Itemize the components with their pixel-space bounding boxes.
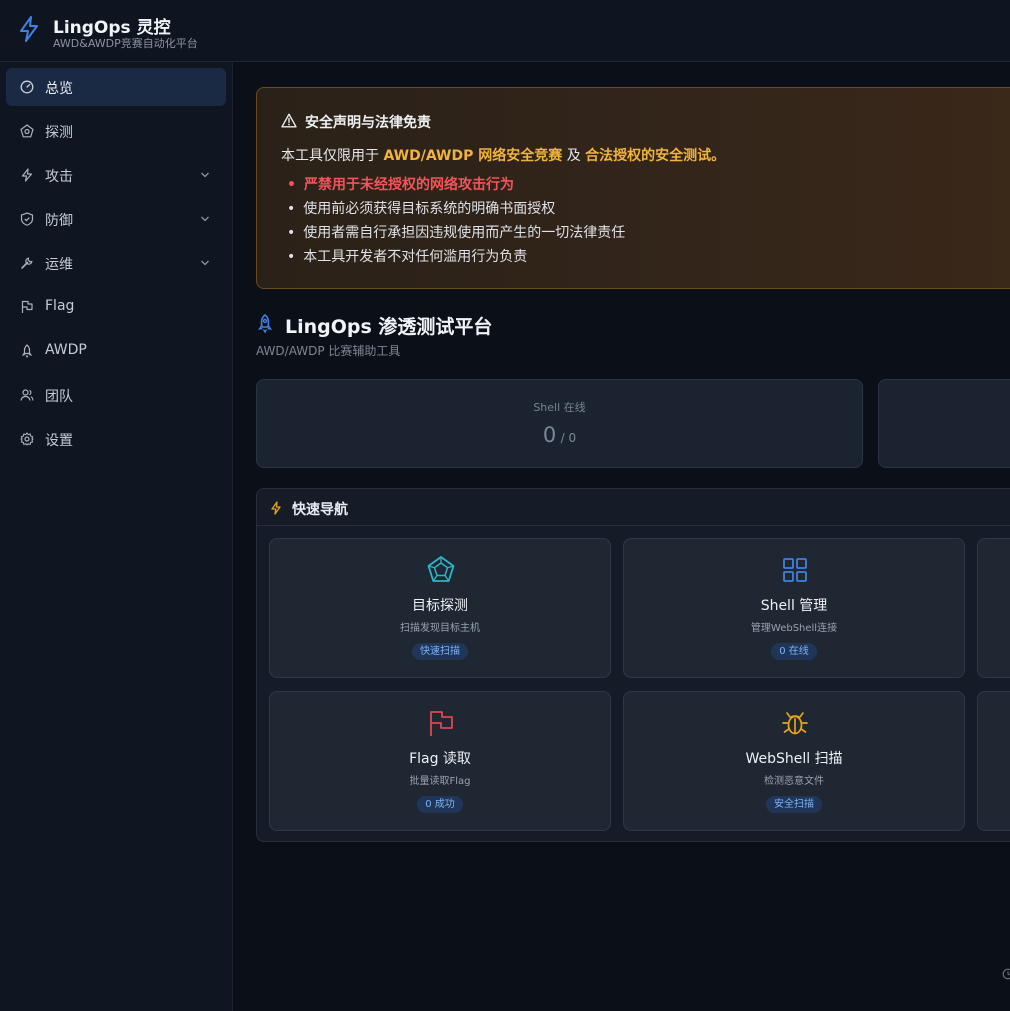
sidebar-item-defense[interactable]: 防御: [6, 200, 226, 238]
warning-icon: [281, 113, 297, 128]
quick-card-badge: 0 成功: [417, 796, 463, 813]
main-content: 安全声明与法律免责 本工具仅限用于 AWD/AWDP 网络安全竞赛 及 合法授权…: [234, 62, 1010, 1011]
stat-card-shell-online[interactable]: Shell 在线 0 / 0: [256, 379, 863, 468]
sidebar-item-detect[interactable]: 探测: [6, 112, 226, 150]
quick-card-desc: 管理WebShell连接: [750, 623, 838, 634]
stat-value: 0 / 0: [257, 423, 862, 447]
stat-label: Shell 在线: [533, 401, 586, 414]
sidebar-item-attack[interactable]: 攻击: [6, 156, 226, 194]
notice-item-prohibited: 严禁用于未经授权的网络攻击行为: [287, 174, 514, 194]
pentagon-radar-icon: [427, 556, 455, 582]
quick-card-title: WebShell 扫描: [745, 751, 843, 767]
notice-title: 安全声明与法律免责: [305, 115, 431, 131]
chevron-down-icon: [201, 216, 209, 222]
quick-card-title: 目标探测: [412, 598, 468, 614]
page-subtitle: AWD/AWDP 比赛辅助工具: [256, 344, 401, 358]
page-title: LingOps 渗透测试平台: [285, 316, 493, 338]
chevron-down-icon: [201, 260, 209, 266]
stat-value-current: 0: [542, 423, 557, 447]
notice-item: 本工具开发者不对任何滥用行为负责: [287, 246, 527, 266]
flag-icon: [430, 711, 453, 736]
quick-card-badge-wrap: 0 在线: [624, 642, 964, 660]
bug-icon: [782, 712, 808, 735]
sidebar: 总览 探测 攻击 防御 运维 Flag AWDP 团队 设置: [0, 62, 233, 1011]
sidebar-item-label: AWDP: [45, 342, 87, 358]
flag-icon: [21, 300, 33, 313]
quick-card-badge: 快速扫描: [412, 643, 468, 660]
quick-card[interactable]: [977, 538, 1010, 678]
quick-card-badge-wrap: 0 成功: [270, 795, 610, 813]
shield-icon: [20, 212, 34, 226]
notice-intro-text: 本工具仅限用于: [281, 148, 384, 164]
stat-value-total: / 0: [560, 431, 577, 445]
quick-card-badge: 0 在线: [771, 643, 817, 660]
quick-card-desc: 批量读取Flag: [409, 776, 471, 787]
quick-card-badge: 安全扫描: [766, 796, 822, 813]
lightning-logo-icon: [20, 16, 38, 42]
app-subtitle: AWD&AWDP竞赛自动化平台: [53, 37, 198, 50]
team-icon: [20, 389, 34, 401]
sidebar-item-label: 运维: [45, 257, 73, 273]
quick-card-webshell-scan[interactable]: WebShell 扫描 检测恶意文件 安全扫描: [623, 691, 965, 831]
radar-icon: [20, 124, 34, 138]
wrench-icon: [21, 257, 33, 269]
quick-card[interactable]: [977, 691, 1010, 831]
notice-item: 使用前必须获得目标系统的明确书面授权: [287, 198, 555, 218]
app-header: LingOps 灵控 AWD&AWDP竞赛自动化平台: [0, 0, 1010, 62]
sidebar-item-overview[interactable]: 总览: [6, 68, 226, 106]
notice-item: 使用者需自行承担因违规使用而产生的一切法律责任: [287, 222, 625, 242]
quick-card-badge-wrap: 快速扫描: [270, 642, 610, 660]
gear-icon: [20, 432, 34, 446]
quick-card-desc: 检测恶意文件: [764, 776, 824, 787]
sidebar-item-label: Flag: [45, 298, 75, 314]
sidebar-item-label: 防御: [45, 213, 73, 229]
quick-card-title: Shell 管理: [760, 598, 828, 614]
notice-intro: 本工具仅限用于 AWD/AWDP 网络安全竞赛 及 合法授权的安全测试。: [281, 145, 725, 165]
sidebar-item-settings[interactable]: 设置: [6, 420, 226, 458]
sidebar-item-flag[interactable]: Flag: [6, 288, 226, 326]
legal-disclaimer-notice: 安全声明与法律免责 本工具仅限用于 AWD/AWDP 网络安全竞赛 及 合法授权…: [256, 87, 1010, 289]
notice-highlight-competition: AWD/AWDP 网络安全竞赛: [383, 148, 563, 164]
sidebar-item-label: 探测: [45, 125, 73, 141]
quick-card-title: Flag 读取: [409, 751, 471, 767]
sidebar-item-ops[interactable]: 运维: [6, 244, 226, 282]
quick-navigation-panel: 快速导航 目标探测 扫描发现目标主机 快速扫描 Shell 管理 管理WebSh…: [256, 488, 1010, 842]
quick-navigation-title: 快速导航: [292, 502, 348, 518]
quick-navigation-header: 快速导航: [257, 489, 1010, 526]
quick-card-target-detect[interactable]: 目标探测 扫描发现目标主机 快速扫描: [269, 538, 611, 678]
quick-card-badge-wrap: 安全扫描: [624, 795, 964, 813]
dashboard-icon: [20, 80, 34, 94]
sidebar-item-awdp[interactable]: AWDP: [6, 332, 226, 370]
sidebar-item-label: 团队: [45, 389, 73, 405]
notice-intro-text: 及: [562, 148, 586, 164]
quick-card-desc: 扫描发现目标主机: [400, 623, 480, 634]
grid-icon: [783, 558, 807, 582]
bolt-icon: [271, 501, 281, 515]
sidebar-item-label: 攻击: [45, 169, 73, 185]
clock-icon[interactable]: [1002, 968, 1010, 980]
chevron-down-icon: [201, 172, 209, 178]
notice-highlight-authorized: 合法授权的安全测试。: [585, 148, 726, 164]
rocket-icon: [21, 344, 33, 358]
stat-card[interactable]: [878, 379, 1010, 468]
sidebar-item-label: 设置: [45, 433, 73, 449]
quick-card-flag-read[interactable]: Flag 读取 批量读取Flag 0 成功: [269, 691, 611, 831]
rocket-icon: [258, 314, 272, 334]
sidebar-item-team[interactable]: 团队: [6, 376, 226, 414]
sidebar-item-label: 总览: [45, 81, 73, 97]
quick-card-shell-manage[interactable]: Shell 管理 管理WebShell连接 0 在线: [623, 538, 965, 678]
bolt-icon: [21, 168, 33, 182]
